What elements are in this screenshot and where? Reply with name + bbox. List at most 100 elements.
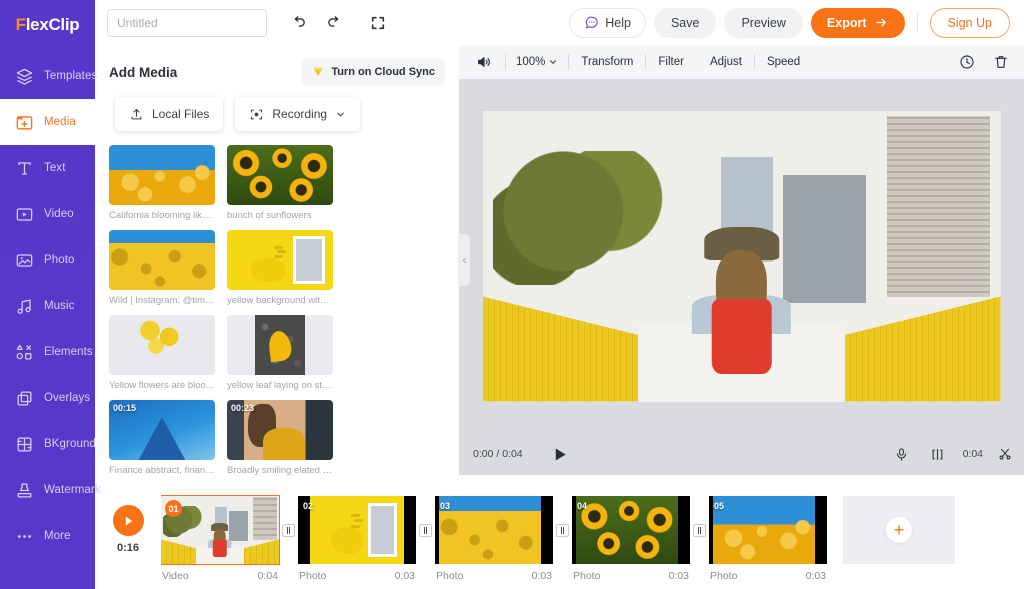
background-grid-icon [13,433,35,455]
split-clip-icon[interactable] [927,443,949,465]
local-files-label: Local Files [152,107,210,121]
sidebar-item-text[interactable]: Text [0,145,95,191]
media-thumbnail[interactable]: California blooming like ... [109,145,215,221]
preview-toolbar: 100% Transform Filter Adjust Speed [459,45,1024,79]
signup-button[interactable]: Sign Up [929,7,1010,38]
media-thumbnail[interactable]: Wild | Instagram: @timm... [109,230,215,306]
sidebar-item-music[interactable]: Music [0,283,95,329]
clip-number: 03 [440,501,451,511]
chevron-down-icon [548,57,558,67]
speaker-volume-icon[interactable] [473,51,495,73]
overlays-layers-icon [13,387,35,409]
local-files-button[interactable]: Local Files [115,97,224,131]
add-clip-button[interactable]: + [843,496,955,564]
sidebar-item-video[interactable]: Video [0,191,95,237]
clip-type: Photo [436,570,464,582]
help-label: Help [605,15,631,30]
timeline-clip[interactable]: 04 Photo 0:03 [572,496,690,582]
chat-bubble-icon [584,15,599,30]
recording-label: Recording [272,107,328,121]
sidebar-item-bkground[interactable]: BKground [0,421,96,467]
fullscreen-expand-icon[interactable] [365,10,391,36]
clip-duration: 0:04 [962,448,983,460]
video-stage [459,79,1024,433]
media-thumbnail[interactable]: Yellow flowers are bloo... [109,315,215,391]
help-button[interactable]: Help [569,7,646,38]
tool-filter[interactable]: Filter [656,56,686,68]
arrow-right-icon [874,16,889,29]
microphone-icon[interactable] [891,443,913,465]
panel-collapse-handle[interactable] [458,234,470,286]
preview-button[interactable]: Preview [724,7,803,38]
export-button[interactable]: Export [810,7,905,38]
editor-body: Add Media Turn on Cloud Sync Local Files [95,45,1024,475]
media-thumbnail[interactable]: yellow background with ... [227,230,333,306]
redo-arrow-icon[interactable] [321,10,347,36]
sidebar-item-media[interactable]: Media [0,99,112,145]
video-preview[interactable] [482,110,1001,402]
undo-arrow-icon[interactable] [285,10,311,36]
save-button[interactable]: Save [653,7,717,38]
clip-number: 05 [714,501,725,511]
sidebar-item-elements[interactable]: Elements [0,329,95,375]
media-thumbnail[interactable]: 00:15 Finance abstract, financi... [109,400,215,475]
logo-accent-letter: F [15,14,26,34]
tool-speed[interactable]: Speed [765,56,802,68]
timeline-clip[interactable]: 02 Photo 0:03 [298,496,416,582]
transition-icon[interactable] [282,524,295,537]
logo-text: FlexClip [16,15,80,35]
media-folder-icon [13,111,35,133]
media-thumbnail[interactable]: yellow leaf laying on sto... [227,315,333,391]
sidebar-item-label: More [44,530,71,542]
transition-icon[interactable] [556,524,569,537]
sidebar-item-templates[interactable]: Templates [0,53,97,99]
tool-adjust[interactable]: Adjust [708,56,744,68]
scissors-cut-icon[interactable] [997,443,1012,465]
project-title-input[interactable] [107,8,267,37]
sidebar-item-more[interactable]: More [0,513,95,559]
toolbar-divider [645,54,647,70]
duration-badge: 00:15 [113,403,137,413]
flexclip-editor: FlexClip Templates Media Text Video Phot… [0,0,1024,589]
app-logo[interactable]: FlexClip [0,0,95,45]
thumbnail-caption: Finance abstract, financi... [109,465,215,475]
upload-icon [129,107,144,122]
timeline-clip[interactable]: 01 Video 0:04 [161,495,280,582]
thumbnail-caption: Yellow flowers are bloo... [109,380,214,391]
thumbnail-caption: yellow leaf laying on sto... [227,380,333,391]
sidebar-item-overlays[interactable]: Overlays [0,375,95,421]
zoom-level-selector[interactable]: 100% [516,56,558,68]
media-thumbnail[interactable]: 00:23 Broadly smiling elated w... [227,400,333,475]
thumbnail-caption: yellow background with ... [227,295,333,306]
thumbnail-image [227,230,333,290]
photo-image-icon [13,249,35,271]
cloud-sync-button[interactable]: Turn on Cloud Sync [301,59,445,85]
play-circle-icon[interactable] [112,505,144,536]
zoom-level-value: 100% [516,56,546,68]
music-note-icon [13,295,35,317]
clock-history-icon[interactable] [956,51,978,73]
time-display: 0:00 / 0:04 [473,448,523,460]
media-thumbnail[interactable]: bunch of sunflowers [227,145,333,221]
layers-icon [13,65,35,87]
sidebar-item-label: Music [44,300,75,312]
thumbnail-image [227,315,333,375]
transition-icon[interactable] [693,524,706,537]
sidebar-item-label: Photo [44,254,75,266]
trash-delete-icon[interactable] [990,51,1012,73]
clip-thumbnail: 01 [161,495,280,565]
sidebar-item-watermark[interactable]: Watermark [0,467,101,513]
timeline-total-duration: 0:16 [116,542,140,554]
clip-meta: Video 0:04 [161,570,279,582]
transition-icon[interactable] [419,524,432,537]
media-panel-header: Add Media Turn on Cloud Sync [95,45,459,85]
video-play-icon [13,203,35,225]
recording-button[interactable]: Recording [235,97,361,131]
tool-transform[interactable]: Transform [579,56,635,68]
media-panel-title: Add Media [109,64,178,80]
sidebar-item-photo[interactable]: Photo [0,237,95,283]
timeline-clip[interactable]: 05 Photo 0:03 [709,496,827,582]
sidebar-item-label: Watermark [44,484,101,496]
play-triangle-icon[interactable] [551,445,568,464]
timeline-clip[interactable]: 03 Photo 0:03 [435,496,553,582]
